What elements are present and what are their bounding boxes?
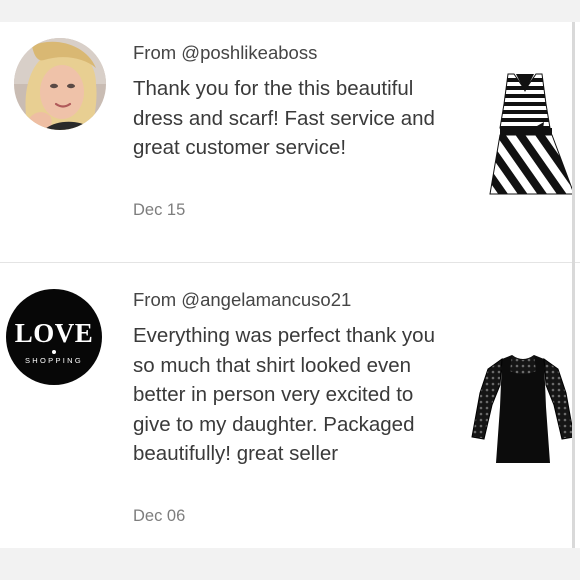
- review-text: Everything was perfect thank you so much…: [133, 324, 435, 465]
- logo-subtitle: SHOPPING: [25, 356, 83, 365]
- review-date: Dec 06: [133, 507, 186, 525]
- review-card: From @poshlikeaboss Thank you for the th…: [0, 22, 580, 262]
- reviewer-username[interactable]: From @poshlikeaboss: [133, 42, 317, 64]
- bottom-frame-strip: [0, 548, 580, 580]
- black-lace-top-icon: [471, 355, 575, 463]
- review-text: Thank you for the this beautiful dress a…: [133, 77, 435, 159]
- reviewer-avatar[interactable]: [14, 38, 106, 130]
- logo-title: LOVE: [14, 318, 94, 348]
- top-frame-strip: [0, 0, 580, 22]
- reviewer-photo-icon: [14, 38, 106, 130]
- scrollbar[interactable]: [572, 22, 575, 548]
- striped-dress-icon: [489, 73, 575, 195]
- logo-dot-icon: [52, 350, 56, 354]
- product-thumbnail[interactable]: [466, 345, 580, 475]
- review-card: LOVE SHOPPING From @angelamancuso21 Ever…: [0, 263, 580, 548]
- reviewer-username[interactable]: From @angelamancuso21: [133, 289, 351, 311]
- reviewer-avatar[interactable]: LOVE SHOPPING: [6, 289, 102, 385]
- review-date: Dec 15: [133, 201, 186, 219]
- product-thumbnail[interactable]: [470, 70, 580, 200]
